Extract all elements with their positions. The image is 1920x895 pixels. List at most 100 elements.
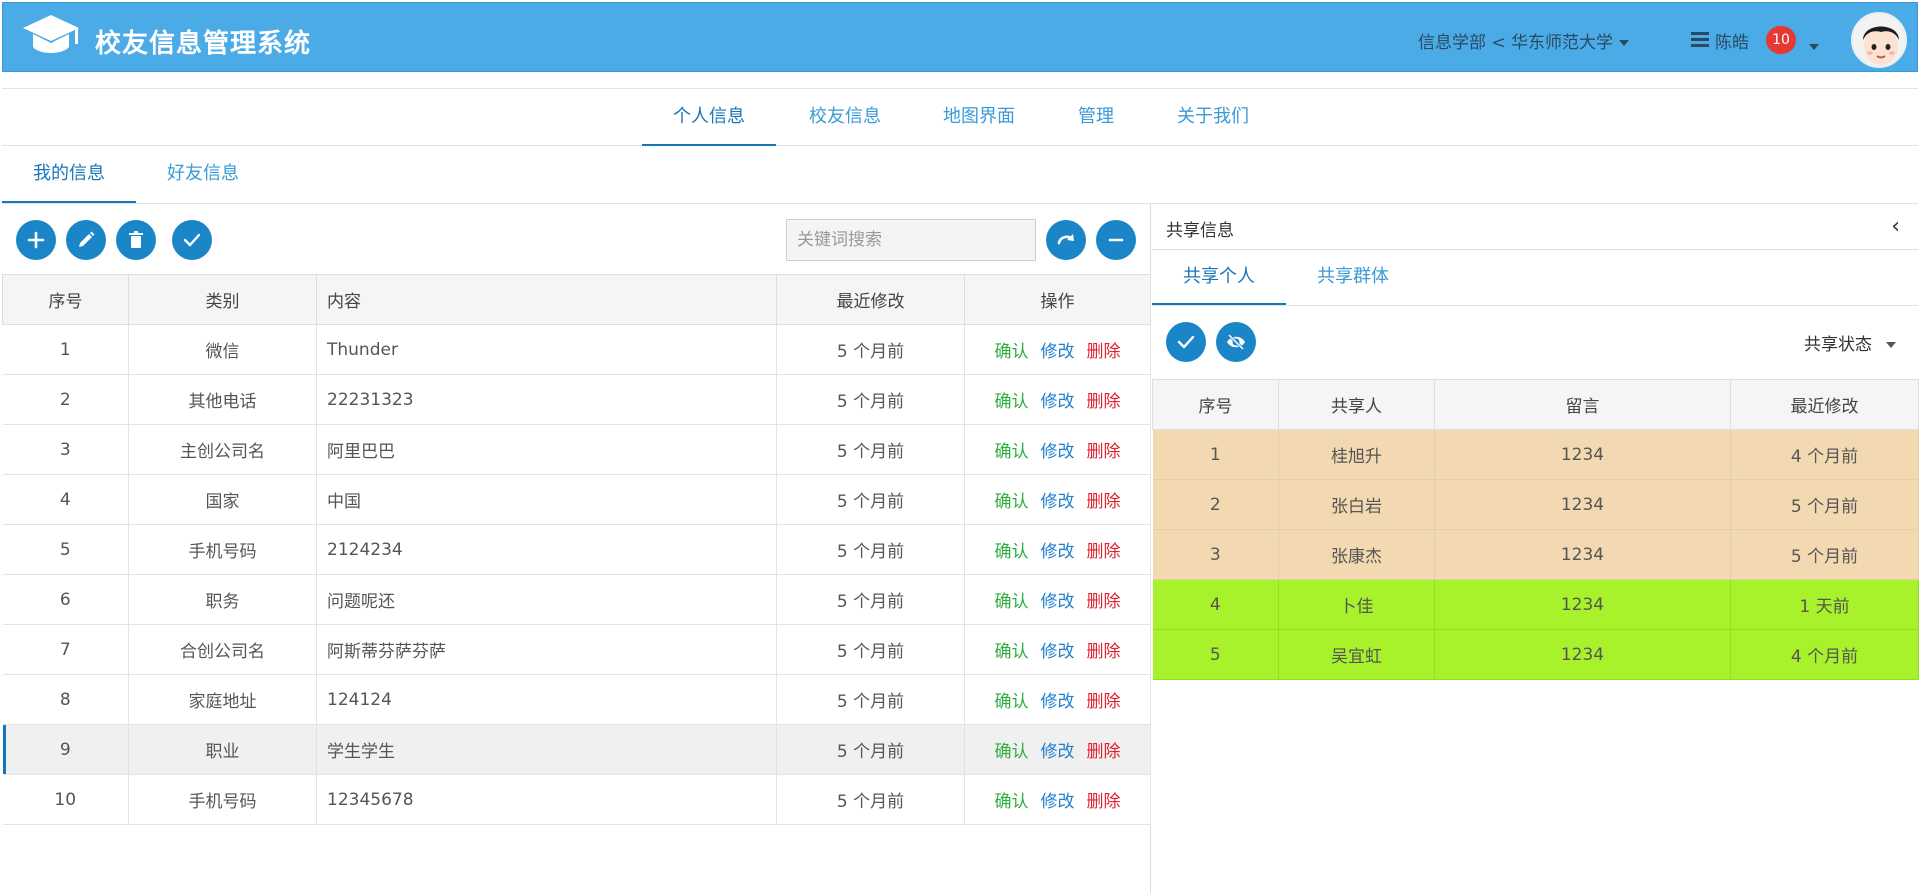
- cell-message: 1234: [1434, 429, 1731, 480]
- collapse-button[interactable]: [1096, 220, 1136, 260]
- delete-link[interactable]: 删除: [1087, 737, 1121, 762]
- table-row[interactable]: 7 合创公司名 阿斯蒂芬萨芬萨 5 个月前 确认 修改 删除: [2, 624, 1151, 675]
- cell-modified: 5 个月前: [776, 774, 965, 825]
- tab-my-info[interactable]: 我的信息: [2, 146, 136, 203]
- delete-link[interactable]: 删除: [1087, 537, 1121, 562]
- hide-button[interactable]: [1216, 322, 1256, 362]
- delete-link[interactable]: 删除: [1087, 787, 1121, 812]
- confirm-link[interactable]: 确认: [995, 737, 1029, 762]
- delete-button[interactable]: [116, 220, 156, 260]
- chevron-down-icon: [1619, 40, 1630, 46]
- confirm-link[interactable]: 确认: [995, 637, 1029, 662]
- cell-category: 职务: [128, 574, 317, 625]
- table-row[interactable]: 8 家庭地址 124124 5 个月前 确认 修改 删除: [2, 674, 1151, 725]
- table-row[interactable]: 2 其他电话 22231323 5 个月前 确认 修改 删除: [2, 374, 1151, 425]
- cell-no: 5: [1152, 629, 1279, 680]
- edit-link[interactable]: 修改: [1041, 387, 1075, 412]
- keyword-search-input[interactable]: [786, 219, 1036, 261]
- column-header[interactable]: 序号: [2, 274, 129, 325]
- minus-icon: [1108, 238, 1124, 242]
- cell-content: 学生学生: [316, 724, 777, 775]
- table-row[interactable]: 6 职务 问题呢还 5 个月前 确认 修改 删除: [2, 574, 1151, 625]
- user-menu-chevron-icon[interactable]: [1803, 36, 1819, 55]
- cell-person: 吴宜虹: [1278, 629, 1435, 680]
- table-row[interactable]: 1 桂旭升 1234 4 个月前: [1152, 429, 1919, 480]
- edit-link[interactable]: 修改: [1041, 587, 1075, 612]
- cell-content: 中国: [316, 474, 777, 525]
- table-row[interactable]: 9 职业 学生学生 5 个月前 确认 修改 删除: [2, 724, 1151, 775]
- confirm-link[interactable]: 确认: [995, 487, 1029, 512]
- tab-manage[interactable]: 管理: [1046, 89, 1146, 146]
- tab-about-us[interactable]: 关于我们: [1146, 89, 1280, 146]
- table-row[interactable]: 4 国家 中国 5 个月前 确认 修改 删除: [2, 474, 1151, 525]
- refresh-button[interactable]: [1046, 220, 1086, 260]
- cell-no: 10: [2, 774, 129, 825]
- add-button[interactable]: [16, 220, 56, 260]
- tab-friend-info[interactable]: 好友信息: [136, 146, 270, 203]
- delete-link[interactable]: 删除: [1087, 387, 1121, 412]
- edit-link[interactable]: 修改: [1041, 437, 1075, 462]
- app-title: 校友信息管理系统: [95, 29, 312, 59]
- edit-link[interactable]: 修改: [1041, 787, 1075, 812]
- tab-share-group[interactable]: 共享群体: [1286, 250, 1420, 305]
- chevron-left-icon[interactable]: ‹: [1891, 214, 1900, 239]
- confirm-link[interactable]: 确认: [995, 787, 1029, 812]
- column-header[interactable]: 序号: [1152, 379, 1279, 430]
- column-header[interactable]: 内容: [316, 274, 777, 325]
- confirm-button[interactable]: [172, 220, 212, 260]
- share-confirm-button[interactable]: [1166, 322, 1206, 362]
- cell-modified: 5 个月前: [1730, 529, 1919, 580]
- tab-personal-info[interactable]: 个人信息: [642, 89, 776, 146]
- tab-alumni-info[interactable]: 校友信息: [778, 89, 912, 146]
- delete-link[interactable]: 删除: [1087, 637, 1121, 662]
- share-panel-title: 共享信息: [1166, 221, 1234, 241]
- edit-link[interactable]: 修改: [1041, 687, 1075, 712]
- cell-modified: 5 个月前: [776, 624, 965, 675]
- delete-link[interactable]: 删除: [1087, 437, 1121, 462]
- table-row[interactable]: 1 微信 Thunder 5 个月前 确认 修改 删除: [2, 324, 1151, 375]
- tab-map[interactable]: 地图界面: [912, 89, 1046, 146]
- edit-button[interactable]: [66, 220, 106, 260]
- user-name[interactable]: 陈皓: [1715, 28, 1749, 53]
- confirm-link[interactable]: 确认: [995, 387, 1029, 412]
- table-row[interactable]: 2 张白岩 1234 5 个月前: [1152, 479, 1919, 530]
- confirm-link[interactable]: 确认: [995, 687, 1029, 712]
- column-header[interactable]: 留言: [1434, 379, 1731, 430]
- avatar[interactable]: [1851, 12, 1907, 68]
- edit-link[interactable]: 修改: [1041, 537, 1075, 562]
- tab-share-individual[interactable]: 共享个人: [1152, 250, 1286, 305]
- table-row[interactable]: 10 手机号码 12345678 5 个月前 确认 修改 删除: [2, 774, 1151, 825]
- column-header[interactable]: 类别: [128, 274, 317, 325]
- column-header[interactable]: 共享人: [1278, 379, 1435, 430]
- edit-link[interactable]: 修改: [1041, 637, 1075, 662]
- notification-badge[interactable]: 10: [1766, 26, 1796, 54]
- confirm-link[interactable]: 确认: [995, 437, 1029, 462]
- share-status-dropdown[interactable]: 共享状态: [1804, 330, 1896, 355]
- column-header[interactable]: 最近修改: [776, 274, 965, 325]
- table-row[interactable]: 3 主创公司名 阿里巴巴 5 个月前 确认 修改 删除: [2, 424, 1151, 475]
- cell-message: 1234: [1434, 579, 1731, 630]
- edit-link[interactable]: 修改: [1041, 487, 1075, 512]
- menu-icon[interactable]: [1691, 32, 1709, 48]
- cell-actions: 确认 修改 删除: [964, 374, 1151, 425]
- table-row[interactable]: 5 吴宜虹 1234 4 个月前: [1152, 629, 1919, 680]
- delete-link[interactable]: 删除: [1087, 337, 1121, 362]
- department-selector[interactable]: 信息学部 < 华东师范大学: [1418, 28, 1630, 53]
- table-row[interactable]: 4 卜佳 1234 1 天前: [1152, 579, 1919, 630]
- confirm-link[interactable]: 确认: [995, 587, 1029, 612]
- trash-icon: [129, 231, 143, 248]
- delete-link[interactable]: 删除: [1087, 487, 1121, 512]
- cell-modified: 5 个月前: [776, 524, 965, 575]
- cell-message: 1234: [1434, 529, 1731, 580]
- column-header[interactable]: 最近修改: [1730, 379, 1919, 430]
- share-table: 序号 共享人 留言 最近修改 1 桂旭升 1234 4 个月前 2 张白岩 1234 5 个月…: [1152, 379, 1919, 680]
- delete-link[interactable]: 删除: [1087, 687, 1121, 712]
- edit-link[interactable]: 修改: [1041, 737, 1075, 762]
- confirm-link[interactable]: 确认: [995, 537, 1029, 562]
- table-row[interactable]: 3 张康杰 1234 5 个月前: [1152, 529, 1919, 580]
- table-row[interactable]: 5 手机号码 2124234 5 个月前 确认 修改 删除: [2, 524, 1151, 575]
- edit-link[interactable]: 修改: [1041, 337, 1075, 362]
- delete-link[interactable]: 删除: [1087, 587, 1121, 612]
- confirm-link[interactable]: 确认: [995, 337, 1029, 362]
- cell-actions: 确认 修改 删除: [964, 574, 1151, 625]
